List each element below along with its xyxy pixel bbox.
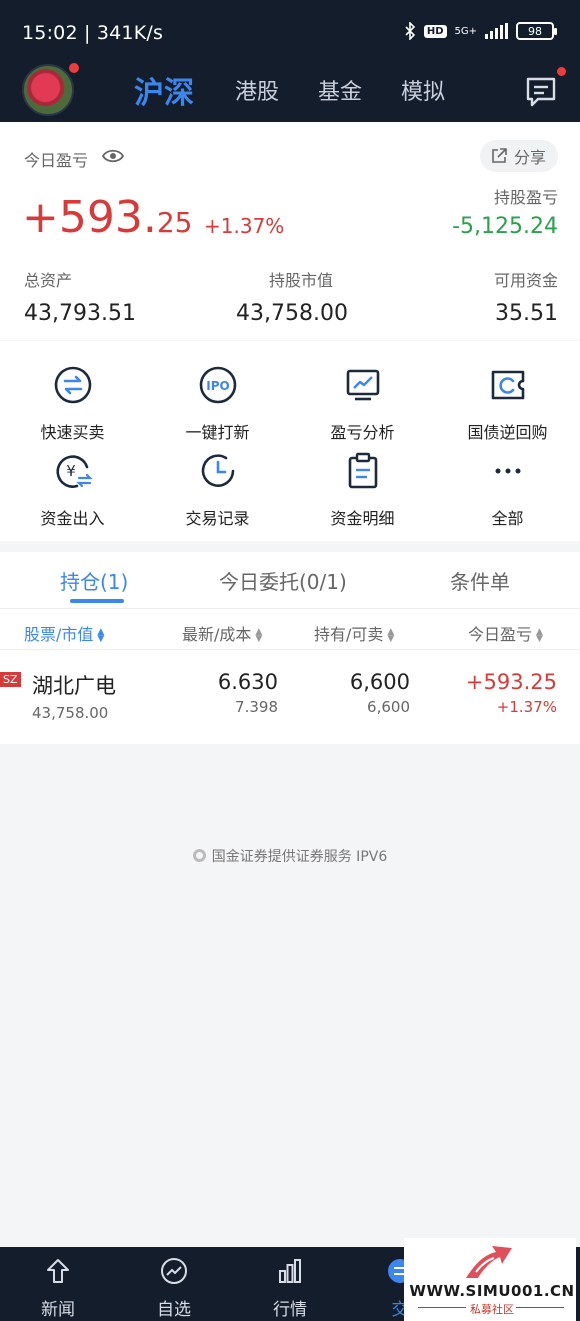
hd-badge: HD <box>423 24 447 38</box>
action-pl-analysis[interactable]: 盈亏分析 <box>290 365 435 443</box>
news-icon <box>47 1259 69 1283</box>
stock-cell: 湖北广电 43,758.00 <box>32 674 116 722</box>
table-header: 股票/市值 ▲ ▼ 最新/成本 ▲ ▼ 持有/可卖 ▲ ▼ 今日盈亏 ▲ ▼ <box>0 608 580 650</box>
status-time: 15:02 | 341K/s <box>22 22 164 44</box>
tab-today-orders[interactable]: 今日委托(0/1) <box>219 566 347 595</box>
bottom-tab-market[interactable]: 行情 <box>250 1257 330 1320</box>
share-label: 分享 <box>513 148 546 167</box>
tab-holdings[interactable]: 持仓(1) <box>60 566 128 595</box>
ticket-cycle-icon <box>491 370 524 400</box>
eye-icon[interactable] <box>102 148 124 164</box>
bar-chart-icon <box>279 1259 301 1283</box>
status-icons: HD 5G+ 98 <box>404 22 557 40</box>
table-row[interactable]: SZ 湖北广电 43,758.00 6.630 7.398 6,600 6,60… <box>0 652 580 742</box>
header-stock[interactable]: 股票/市值 ▲ ▼ <box>24 621 104 645</box>
tab-conditional-orders[interactable]: 条件单 <box>450 566 510 595</box>
tab-ganggu[interactable]: 港股 <box>235 74 279 106</box>
message-icon[interactable] <box>524 74 558 108</box>
watermark-logo <box>466 1246 512 1278</box>
svg-text:IPO: IPO <box>206 379 229 393</box>
tab-moni[interactable]: 模拟 <box>401 74 445 106</box>
watchlist-icon <box>161 1258 187 1284</box>
watermark-line-right <box>516 1307 564 1308</box>
action-fund-details[interactable]: 资金明细 <box>290 451 435 529</box>
action-quick-trade[interactable]: 快速买卖 <box>0 365 145 443</box>
header-holding-sellable[interactable]: 持有/可卖 ▲ ▼ <box>314 621 394 645</box>
share-icon <box>492 148 507 163</box>
watermark-site: WWW.SIMU001.CN <box>409 1282 575 1300</box>
broker-note: 国金证券提供证券服务 IPV6 <box>0 846 580 866</box>
market-value: 持股市值 43,758.00 <box>236 271 348 326</box>
total-assets: 总资产 43,793.51 <box>24 271 136 326</box>
quick-actions: 快速买卖 IPO 一键打新 盈亏分析 国债逆回购 ¥ 资金出入 交易记录 资金明… <box>0 341 580 541</box>
battery-icon: 98 <box>516 22 557 40</box>
chart-monitor-icon <box>346 369 379 401</box>
tab-hushen[interactable]: 沪深 <box>134 68 194 112</box>
clock-icon <box>201 454 234 487</box>
status-bar: 15:02 | 341K/s HD 5G+ 98 <box>0 0 580 62</box>
tab-jijin[interactable]: 基金 <box>318 74 362 106</box>
holding-pl-value: -5,125.24 <box>452 214 558 239</box>
today-pl-label: 今日盈亏 <box>24 151 89 170</box>
svg-text:¥: ¥ <box>66 462 76 480</box>
action-all[interactable]: 全部 <box>435 451 580 529</box>
signal-icon <box>485 23 508 39</box>
avatar[interactable] <box>22 64 74 116</box>
today-pl-value: +593.25 <box>22 192 193 243</box>
share-button[interactable]: 分享 <box>479 140 558 172</box>
header-latest-cost[interactable]: 最新/成本 ▲ ▼ <box>182 621 262 645</box>
account-summary: 今日盈亏 分享 +593.25 +1.37% 持股盈亏 -5,125.24 总资… <box>0 122 580 340</box>
action-fund-transfer[interactable]: ¥ 资金出入 <box>0 451 145 529</box>
action-reverse-repo[interactable]: 国债逆回购 <box>435 365 580 443</box>
top-nav: 沪深 港股 基金 模拟 <box>0 62 580 122</box>
network-label: 5G+ <box>454 25 478 37</box>
today-pl-percent: +1.37% <box>204 214 285 238</box>
positions-panel: 持仓(1) 今日委托(0/1) 条件单 股票/市值 ▲ ▼ 最新/成本 ▲ ▼ 持有/可… <box>0 552 580 744</box>
action-ipo[interactable]: IPO 一键打新 <box>145 365 290 443</box>
today-pl-cell: +593.25 +1.37% <box>465 670 557 716</box>
market-badge: SZ <box>0 672 21 687</box>
bluetooth-icon <box>405 22 415 40</box>
latest-cost-cell: 6.630 7.398 <box>217 670 278 716</box>
watermark-sub: 私募社区 <box>470 1303 514 1316</box>
available-funds: 可用资金 35.51 <box>493 271 558 326</box>
swap-icon <box>54 366 91 404</box>
tab-underline <box>70 599 124 603</box>
holding-cell: 6,600 6,600 <box>349 670 410 716</box>
watermark: WWW.SIMU001.CN 私募社区 <box>404 1238 576 1321</box>
ipo-icon: IPO <box>199 366 236 404</box>
bottom-tab-news[interactable]: 新闻 <box>18 1257 98 1320</box>
broker-logo-icon <box>192 849 206 862</box>
header-today-pl[interactable]: 今日盈亏 ▲ ▼ <box>468 621 543 645</box>
more-icon <box>495 468 520 474</box>
holding-pl-label: 持股盈亏 <box>493 188 558 207</box>
notification-dot <box>69 63 79 73</box>
clipboard-icon <box>348 452 377 489</box>
bottom-tab-watchlist[interactable]: 自选 <box>134 1257 214 1320</box>
message-badge <box>557 67 566 76</box>
yuan-transfer-icon: ¥ <box>55 455 93 488</box>
action-trade-records[interactable]: 交易记录 <box>145 451 290 529</box>
